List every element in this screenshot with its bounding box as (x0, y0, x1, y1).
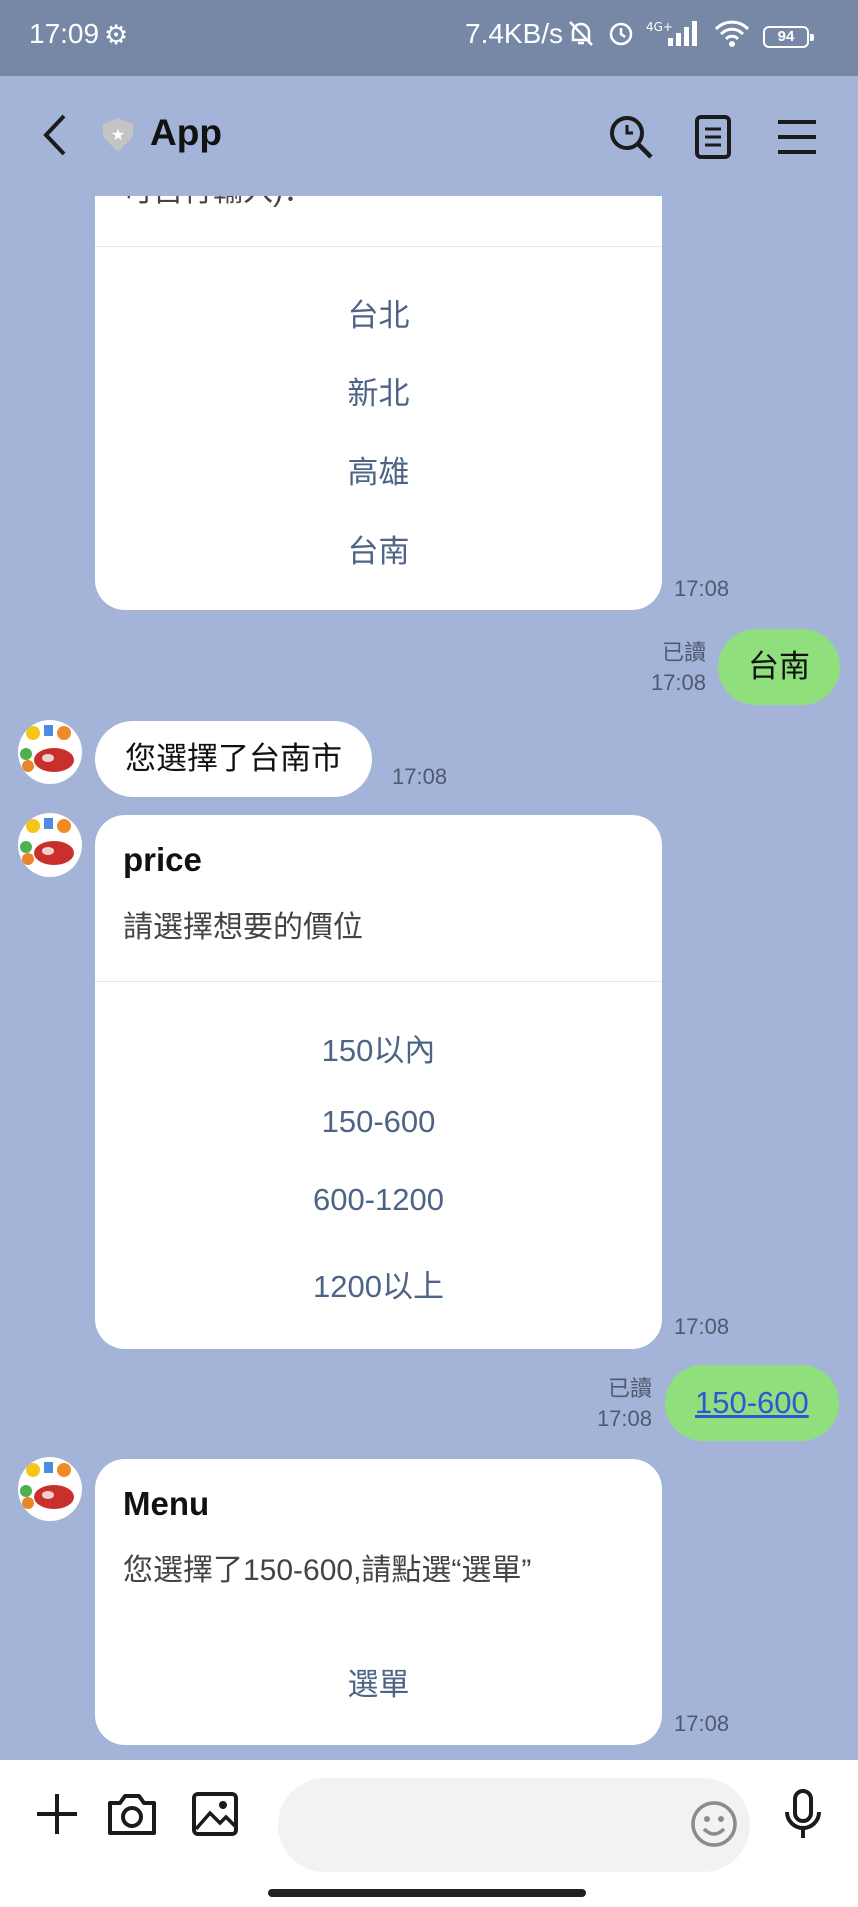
chat-title: App (150, 112, 222, 153)
outgoing-message-bubble[interactable]: 台南 (718, 629, 840, 705)
food-avatar-icon (20, 725, 74, 772)
notes-icon[interactable] (688, 112, 738, 162)
menu-icon[interactable] (772, 112, 822, 162)
status-bar: 17:09 ⚙ 7.4KB/s 4G+ 94 (0, 0, 858, 76)
card-title: price (123, 841, 202, 878)
city-option-kaohsiung[interactable]: 高雄 (95, 447, 662, 492)
plus-icon[interactable] (30, 1787, 84, 1841)
message-timestamp: 17:08 (650, 670, 706, 695)
message-link[interactable]: 150-600 (695, 1385, 809, 1420)
incoming-message-bubble[interactable]: 您選擇了台南市 (95, 721, 372, 797)
chat-header: ★ App (0, 76, 858, 196)
read-receipt: 已讀 17:08 (640, 638, 706, 698)
outgoing-message-bubble[interactable]: 150-600 (665, 1365, 839, 1441)
city-select-card: 可自行輸入)： 台北 新北 高雄 台南 (95, 196, 662, 610)
message-input[interactable] (278, 1778, 750, 1872)
city-option-new-taipei[interactable]: 新北 (95, 368, 662, 413)
back-arrow-icon[interactable] (40, 112, 70, 166)
card-divider (95, 981, 662, 982)
home-indicator[interactable] (268, 1889, 586, 1897)
price-select-card: price 請選擇想要的價位 150以內 150-600 600-1200 12… (95, 815, 662, 1349)
message-timestamp: 17:08 (674, 1711, 730, 1736)
emoji-icon[interactable] (688, 1798, 740, 1854)
read-receipt: 已讀 17:08 (586, 1374, 652, 1434)
city-card-text: 可自行輸入)： (123, 196, 313, 210)
microphone-icon[interactable] (776, 1787, 830, 1841)
message-timestamp: 17:08 (392, 764, 448, 789)
city-option-tainan[interactable]: 台南 (95, 526, 662, 571)
read-label: 已讀 (661, 640, 706, 665)
bot-avatar[interactable] (18, 1457, 82, 1521)
image-icon[interactable] (188, 1787, 242, 1841)
price-option-150-600[interactable]: 150-600 (95, 1104, 662, 1140)
price-option-600-1200[interactable]: 600-1200 (95, 1182, 662, 1218)
alarm-icon (606, 18, 636, 55)
status-time: 17:09 (29, 18, 100, 49)
city-option-taipei[interactable]: 台北 (95, 290, 662, 335)
card-text: 您選擇了150-600,請點選“選單” (123, 1554, 532, 1587)
message-timestamp: 17:08 (674, 576, 730, 601)
menu-option-button[interactable]: 選單 (95, 1659, 662, 1704)
price-option-under-150[interactable]: 150以內 (95, 1025, 662, 1070)
settings-gear-icon: ⚙ (104, 20, 129, 51)
bot-avatar[interactable] (18, 720, 82, 784)
food-avatar-icon (20, 1462, 74, 1509)
menu-card: Menu 您選擇了150-600,請點選“選單” 選單 (95, 1459, 662, 1745)
official-shield-icon: ★ (103, 118, 133, 152)
network-speed: 7.4KB/s (465, 18, 564, 49)
read-label: 已讀 (607, 1376, 652, 1401)
camera-icon[interactable] (105, 1787, 159, 1841)
food-avatar-icon (20, 818, 74, 865)
input-bar (0, 1760, 858, 1907)
mute-notification-icon (566, 18, 596, 55)
chat-area[interactable]: 可自行輸入)： 台北 新北 高雄 台南 17:08 已讀 17:08 台南 您選… (0, 196, 858, 1760)
battery-indicator: 94 (763, 26, 814, 48)
card-text: 請選擇想要的價位 (123, 911, 363, 944)
search-icon[interactable] (606, 112, 656, 162)
card-divider (95, 246, 662, 247)
price-option-over-1200[interactable]: 1200以上 (95, 1261, 662, 1306)
message-timestamp: 17:08 (596, 1406, 652, 1431)
message-timestamp: 17:08 (674, 1314, 730, 1339)
bot-avatar[interactable] (18, 813, 82, 877)
card-title: Menu (123, 1485, 210, 1522)
wifi-icon (712, 18, 752, 55)
signal-icon (666, 18, 702, 55)
